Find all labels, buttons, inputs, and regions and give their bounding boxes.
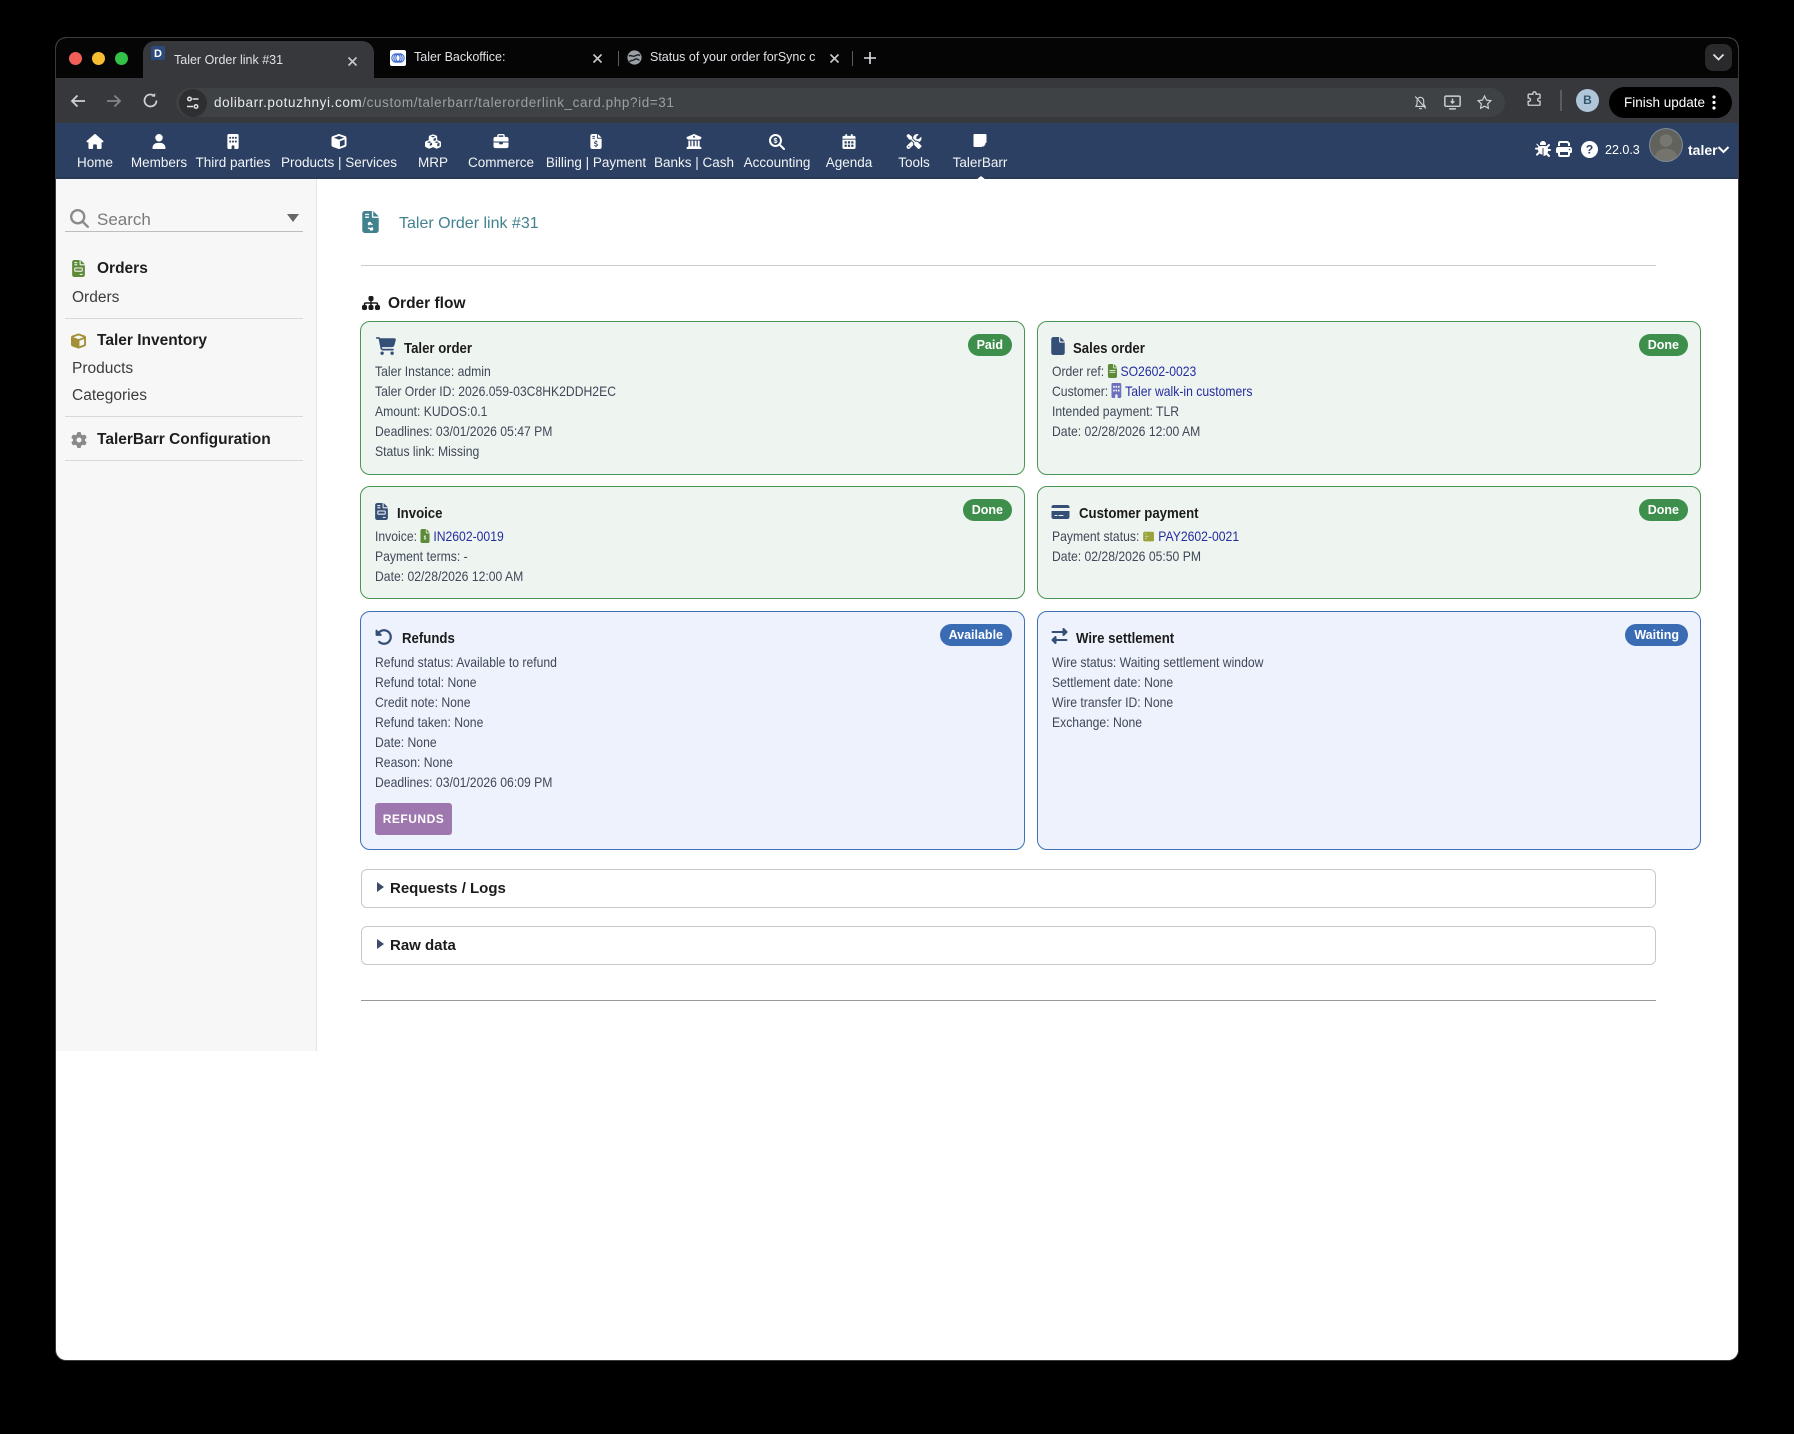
svg-text:D: D xyxy=(154,48,162,60)
svg-text:?: ? xyxy=(1586,143,1593,157)
svg-text:$: $ xyxy=(774,136,778,144)
